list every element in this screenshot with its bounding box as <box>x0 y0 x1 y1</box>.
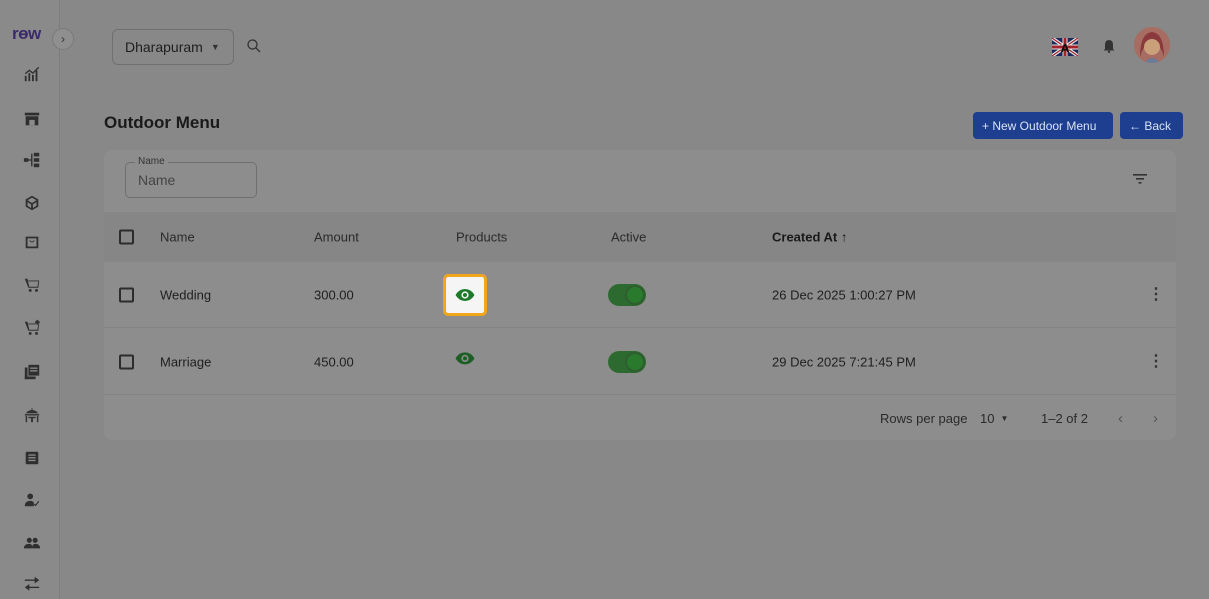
outdoor-menu-card: Name Name Amount Products Active Created… <box>104 150 1176 440</box>
select-all-checkbox[interactable] <box>119 229 134 245</box>
search-icon[interactable] <box>246 38 262 54</box>
user-check-icon[interactable] <box>22 490 42 510</box>
more-options-icon[interactable]: ⋮ <box>1148 286 1164 303</box>
column-header-amount[interactable]: Amount <box>314 230 359 245</box>
transfer-icon[interactable] <box>22 574 42 594</box>
users-icon[interactable] <box>22 533 42 553</box>
list-icon[interactable] <box>22 448 42 468</box>
new-outdoor-menu-button[interactable]: + New Outdoor Menu <box>973 112 1113 139</box>
bell-icon[interactable] <box>1103 39 1115 53</box>
row-checkbox[interactable] <box>119 354 134 369</box>
sidebar: rɵw › <box>0 0 74 599</box>
branch-select-value: Dharapuram <box>125 39 203 55</box>
row-created-at: 29 Dec 2025 7:21:45 PM <box>772 354 916 369</box>
column-header-created-at[interactable]: Created At ↑ <box>772 230 847 245</box>
filter-icon[interactable] <box>1132 172 1148 186</box>
name-filter-legend: Name <box>135 156 168 167</box>
user-avatar[interactable] <box>1134 27 1170 63</box>
box-icon[interactable] <box>22 193 42 213</box>
next-page-icon[interactable]: › <box>1153 408 1158 428</box>
app-logo: rɵw <box>12 24 41 43</box>
table-row: Wedding 300.00 26 Dec 2025 1:00:27 PM ⋮ <box>104 262 1176 328</box>
active-toggle[interactable] <box>608 350 646 373</box>
view-products-button[interactable] <box>446 340 484 376</box>
column-header-active[interactable]: Active <box>611 230 646 245</box>
row-created-at: 26 Dec 2025 1:00:27 PM <box>772 287 916 302</box>
copy-icon[interactable] <box>22 362 42 382</box>
analytics-icon[interactable] <box>22 64 42 84</box>
row-checkbox[interactable] <box>119 287 134 302</box>
table-row: Marriage 450.00 29 Dec 2025 7:21:45 PM ⋮ <box>104 329 1176 395</box>
cart-add-icon[interactable] <box>22 318 42 338</box>
branch-select[interactable]: Dharapuram ▼ <box>112 29 234 65</box>
rows-per-page-select[interactable]: 10 ▼ <box>980 408 1008 428</box>
column-header-products[interactable]: Products <box>456 230 507 245</box>
chevron-down-icon: ▼ <box>210 42 220 52</box>
row-name: Marriage <box>160 354 212 369</box>
dining-icon[interactable] <box>22 405 42 425</box>
bag-icon[interactable] <box>22 232 42 252</box>
hierarchy-icon[interactable] <box>22 150 42 170</box>
name-filter-field[interactable]: Name <box>125 156 257 198</box>
previous-page-icon[interactable]: ‹ <box>1118 408 1123 428</box>
more-options-icon[interactable]: ⋮ <box>1148 353 1164 370</box>
store-icon[interactable] <box>22 109 42 129</box>
pagination-range: 1–2 of 2 <box>1041 410 1088 426</box>
row-amount: 450.00 <box>314 354 354 369</box>
rows-per-page-label: Rows per page <box>880 410 968 426</box>
svg-text:A: A <box>1061 42 1070 55</box>
view-products-button[interactable] <box>443 273 487 316</box>
eye-icon <box>455 288 475 301</box>
row-name: Wedding <box>160 287 212 302</box>
cart-icon[interactable] <box>22 275 42 295</box>
sidebar-toggle-button[interactable]: › <box>52 28 74 50</box>
row-amount: 300.00 <box>314 287 354 302</box>
chevron-down-icon: ▼ <box>1000 413 1009 423</box>
page-title: Outdoor Menu <box>104 113 221 132</box>
table-header: Name Amount Products Active Created At ↑ <box>104 212 1176 262</box>
name-filter-input[interactable] <box>126 163 256 197</box>
rows-per-page-value: 10 <box>980 410 995 426</box>
language-flag-icon[interactable]: A <box>1052 38 1078 56</box>
back-button[interactable]: ← Back <box>1120 112 1183 139</box>
column-header-name[interactable]: Name <box>160 230 195 245</box>
eye-icon <box>455 351 475 364</box>
active-toggle[interactable] <box>608 283 646 306</box>
